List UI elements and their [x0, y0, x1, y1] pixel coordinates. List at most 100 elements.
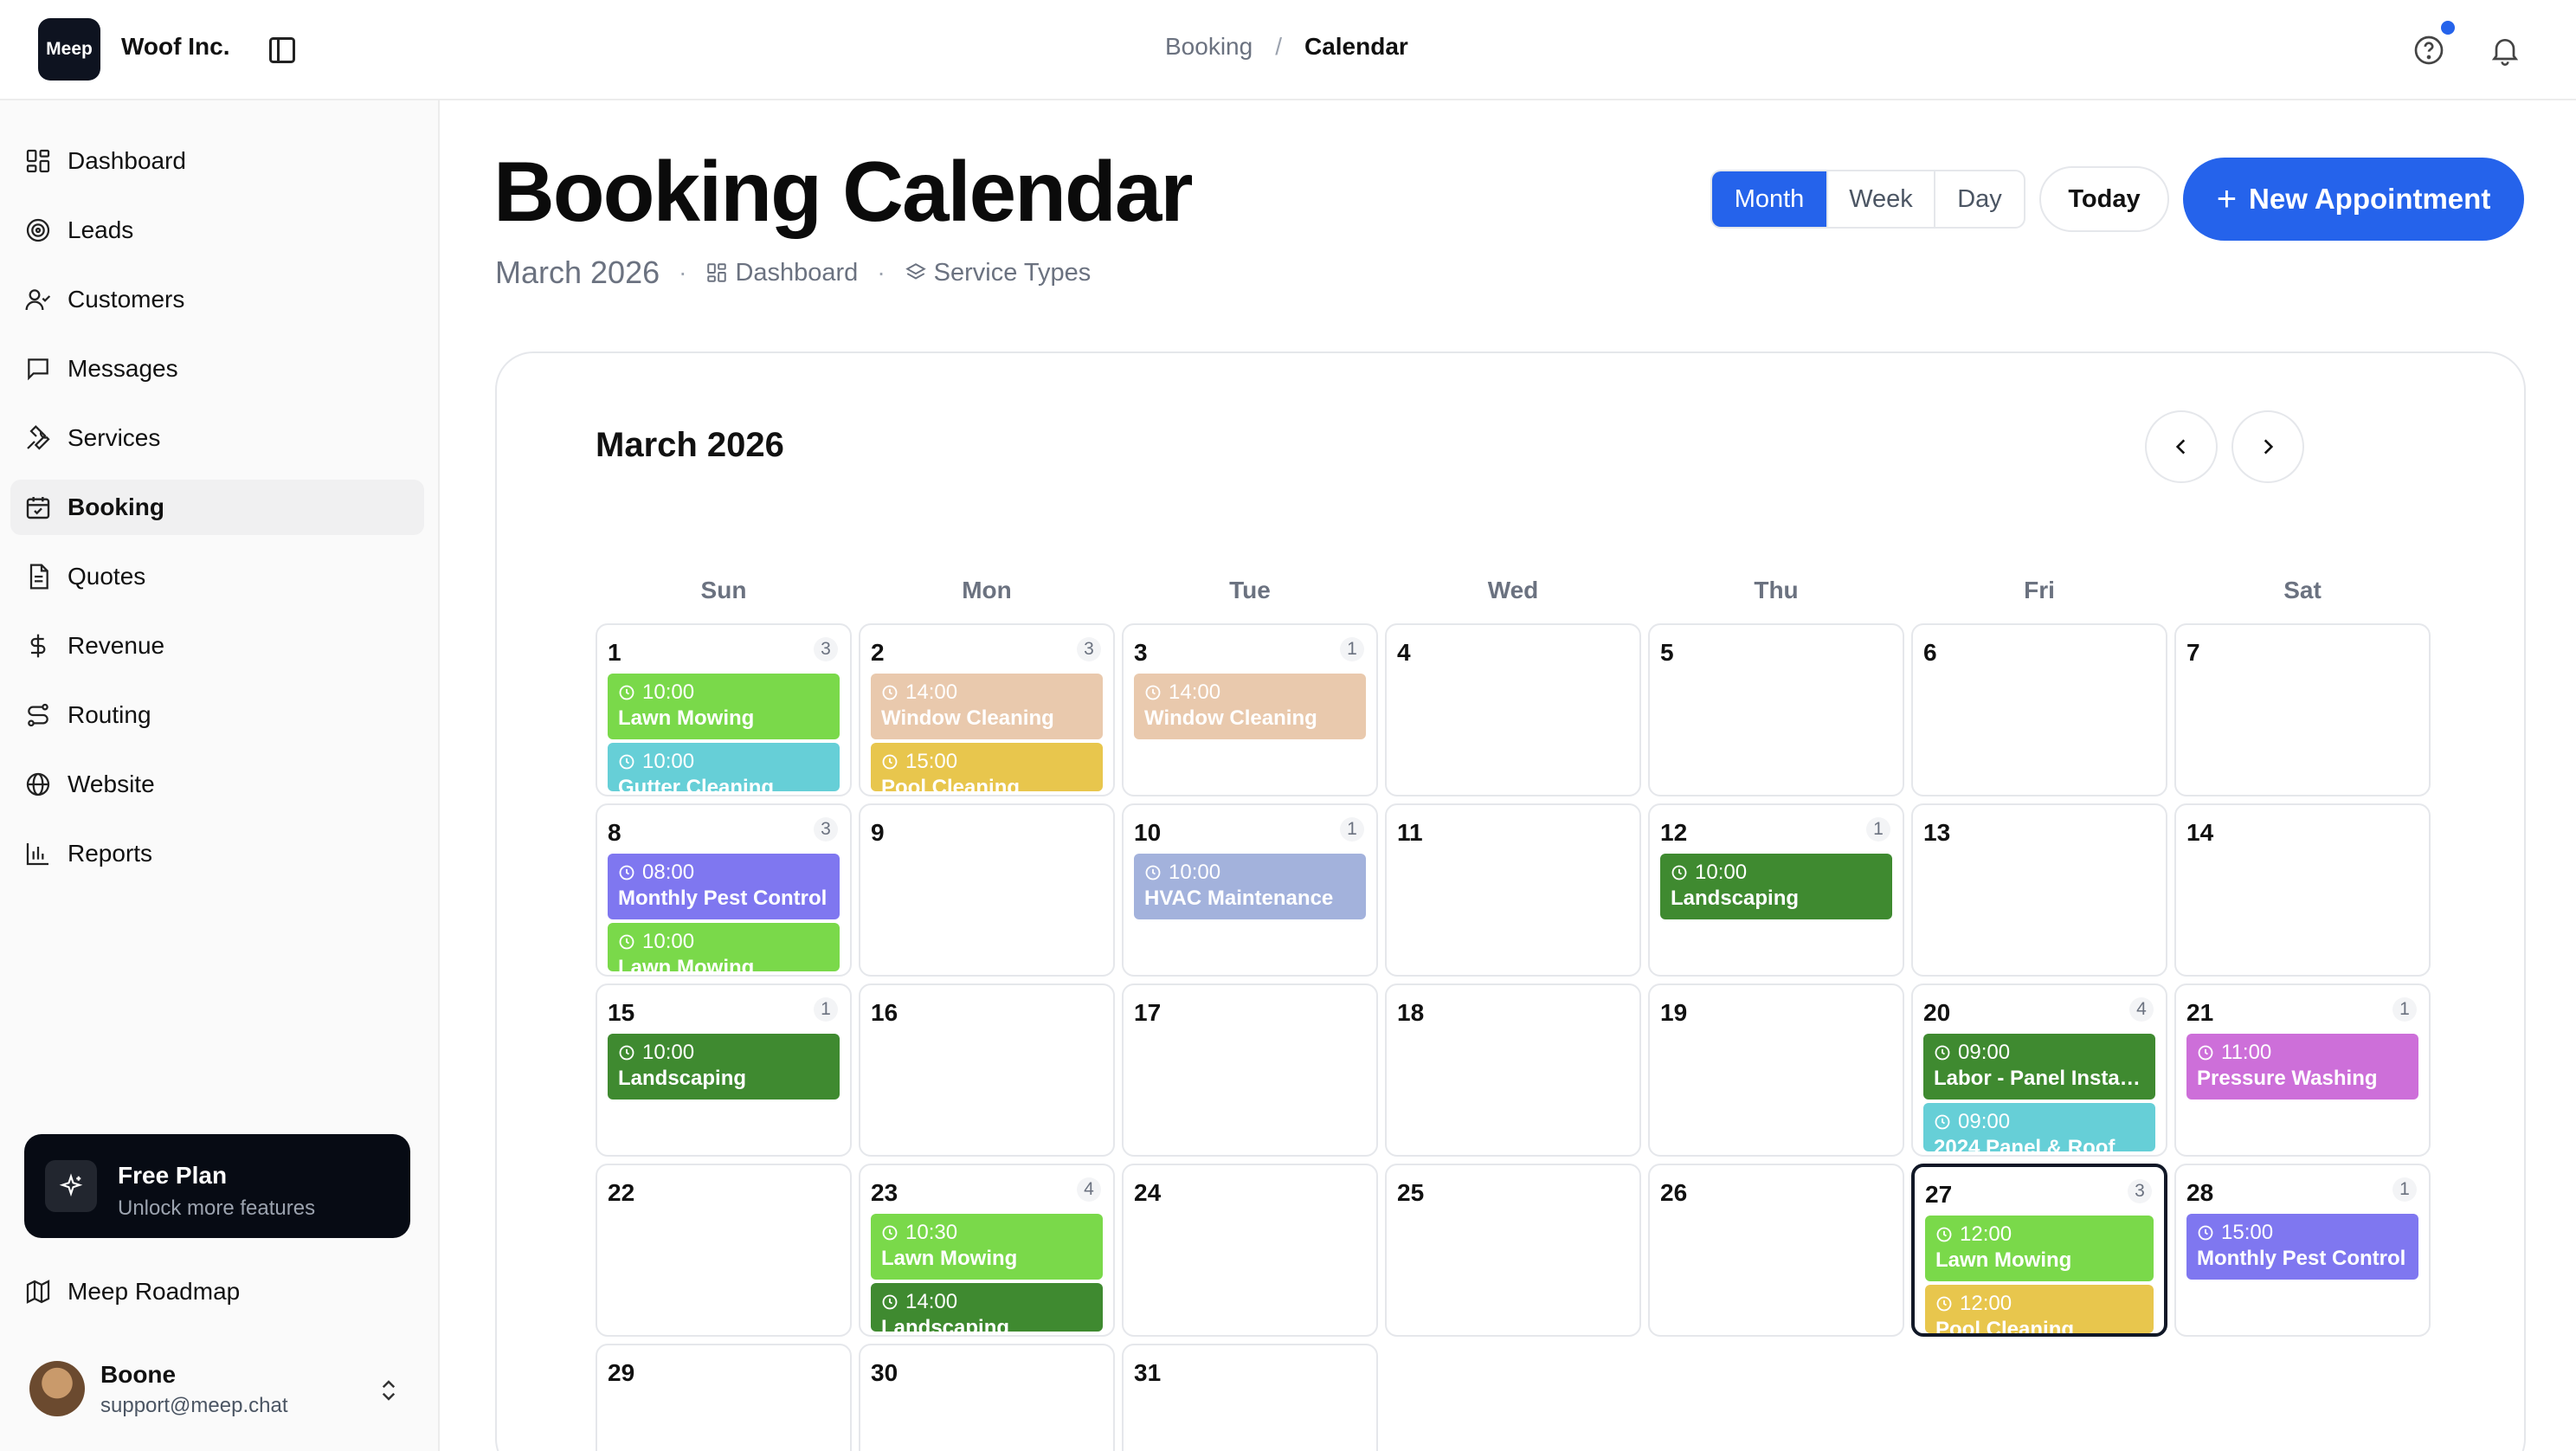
day-cell[interactable]: 20 4 09:00 Labor - Panel Install... 09:00 202… [1911, 983, 2167, 1157]
sidebar-item-label: Routing [68, 701, 151, 728]
day-cell[interactable]: 4 [1385, 623, 1641, 796]
day-cell[interactable]: 17 [1122, 983, 1378, 1157]
wrench-icon [27, 425, 50, 450]
sidebar-toggle-icon[interactable] [267, 35, 298, 66]
appointment-event[interactable]: 10:00 Lawn Mowing [608, 923, 840, 971]
next-month-button[interactable] [2231, 410, 2304, 483]
appointment-event[interactable]: 12:00 Lawn Mowing [1925, 1216, 2154, 1281]
view-week-button[interactable]: Week [1828, 171, 1935, 227]
event-count-badge: 3 [814, 817, 838, 842]
sidebar-item-customers[interactable]: Customers [10, 272, 424, 327]
day-cell[interactable]: 2 3 14:00 Window Cleaning 15:00 Pool Cleaning [859, 623, 1115, 796]
day-cell[interactable]: 10 1 10:00 HVAC Maintenance [1122, 803, 1378, 977]
event-time-label: 15:00 [905, 750, 958, 773]
clock-icon [619, 934, 634, 950]
appointment-event[interactable]: 10:00 Landscaping [608, 1034, 840, 1100]
appointment-event[interactable]: 12:00 Pool Cleaning [1925, 1285, 2154, 1333]
day-cell[interactable]: 16 [859, 983, 1115, 1157]
day-cell[interactable]: 15 1 10:00 Landscaping [596, 983, 852, 1157]
sidebar-item-reports[interactable]: Reports [10, 826, 424, 881]
sidebar-item-website[interactable]: Website [10, 757, 424, 812]
sidebar-item-booking[interactable]: Booking [10, 480, 424, 535]
day-cell[interactable]: 26 [1648, 1164, 1904, 1337]
appointment-event[interactable]: 10:30 Lawn Mowing [871, 1214, 1103, 1280]
day-cell[interactable]: 23 4 10:30 Lawn Mowing 14:00 Landscaping [859, 1164, 1115, 1337]
dashboard-link[interactable]: Dashboard [705, 259, 858, 287]
appointment-event[interactable]: 11:00 Pressure Washing [2186, 1034, 2418, 1100]
sidebar-item-messages[interactable]: Messages [10, 341, 424, 397]
day-cell[interactable]: 6 [1911, 623, 2167, 796]
help-icon[interactable] [2412, 33, 2446, 68]
appointment-event[interactable]: 10:00 Lawn Mowing [608, 674, 840, 739]
day-number: 17 [1134, 999, 1162, 1026]
event-time: 10:30 [881, 1221, 1092, 1245]
sidebar-item-routing[interactable]: Routing [10, 687, 424, 743]
bell-icon[interactable] [2488, 33, 2522, 68]
day-cell[interactable]: 5 [1648, 623, 1904, 796]
event-count-badge: 1 [814, 997, 838, 1022]
chevron-right-icon [2264, 439, 2274, 455]
user-name: Boone [100, 1361, 177, 1388]
day-cell[interactable]: 11 [1385, 803, 1641, 977]
sidebar-item-revenue[interactable]: Revenue [10, 618, 424, 674]
appointment-event[interactable]: 10:00 Landscaping [1660, 854, 1892, 919]
day-cell[interactable]: 8 3 08:00 Monthly Pest Control 10:00 Lawn Mow… [596, 803, 852, 977]
day-cell[interactable]: 21 1 11:00 Pressure Washing [2174, 983, 2431, 1157]
event-time: 10:00 [618, 680, 829, 705]
prev-month-button[interactable] [2145, 410, 2218, 483]
event-title: Lawn Mowing [618, 706, 755, 730]
appointment-event[interactable]: 14:00 Window Cleaning [871, 674, 1103, 739]
day-cell[interactable]: 1 3 10:00 Lawn Mowing 10:00 Gutter Cleaning [596, 623, 852, 796]
page-title: Booking Calendar [493, 144, 1194, 239]
view-month-button[interactable]: Month [1712, 171, 1828, 227]
sidebar-item-services[interactable]: Services [10, 410, 424, 466]
day-cell[interactable]: 31 [1122, 1344, 1378, 1451]
appointment-event[interactable]: 15:00 Pool Cleaning [871, 743, 1103, 791]
day-number: 23 [871, 1179, 898, 1206]
appointment-event[interactable]: 10:00 Gutter Cleaning [608, 743, 840, 791]
appointment-event[interactable]: 14:00 Window Cleaning [1134, 674, 1366, 739]
clock-icon [1935, 1045, 1950, 1061]
appointment-event[interactable]: 09:00 2024 Panel & Roof [1923, 1103, 2155, 1151]
sidebar-item-dashboard[interactable]: Dashboard [10, 133, 424, 189]
view-day-button[interactable]: Day [1935, 171, 2024, 227]
calendar-grid: 1 3 10:00 Lawn Mowing 10:00 Gutter Cleaning 2 3… [596, 623, 2431, 1451]
event-title: 2024 Panel & Roof [1934, 1136, 2116, 1151]
event-title: Gutter Cleaning [618, 776, 775, 791]
sidebar-item-quotes[interactable]: Quotes [10, 549, 424, 604]
day-cell[interactable]: 14 [2174, 803, 2431, 977]
day-cell[interactable]: 3 1 14:00 Window Cleaning [1122, 623, 1378, 796]
day-cell[interactable]: 27 3 12:00 Lawn Mowing 12:00 Pool Cleaning [1911, 1164, 2167, 1337]
org-name[interactable]: Woof Inc. [121, 33, 229, 61]
user-menu[interactable]: Boone support@meep.chat [29, 1356, 419, 1425]
roadmap-link[interactable]: Meep Roadmap [24, 1278, 240, 1306]
appointment-event[interactable]: 14:00 Landscaping [871, 1283, 1103, 1332]
clock-icon [619, 685, 634, 700]
clock-icon [619, 1045, 634, 1061]
event-title: Window Cleaning [1144, 706, 1317, 730]
day-cell[interactable]: 9 [859, 803, 1115, 977]
day-cell[interactable]: 12 1 10:00 Landscaping [1648, 803, 1904, 977]
day-cell[interactable]: 22 [596, 1164, 852, 1337]
appointment-event[interactable]: 10:00 HVAC Maintenance [1134, 854, 1366, 919]
today-button[interactable]: Today [2039, 166, 2169, 232]
day-cell[interactable]: 25 [1385, 1164, 1641, 1337]
day-cell[interactable]: 24 [1122, 1164, 1378, 1337]
appointment-event[interactable]: 08:00 Monthly Pest Control [608, 854, 840, 919]
appointment-event[interactable]: 15:00 Monthly Pest Control [2186, 1214, 2418, 1280]
appointment-event[interactable]: 09:00 Labor - Panel Install... [1923, 1034, 2155, 1100]
service-types-link[interactable]: Service Types [905, 259, 1091, 287]
new-appointment-button[interactable]: + New Appointment [2183, 158, 2524, 241]
day-cell[interactable]: 28 1 15:00 Monthly Pest Control [2174, 1164, 2431, 1337]
dashboard-icon [707, 263, 727, 282]
day-cell[interactable]: 18 [1385, 983, 1641, 1157]
app-logo[interactable]: Meep [38, 18, 100, 81]
free-plan-card[interactable]: Free Plan Unlock more features [24, 1134, 410, 1238]
day-cell[interactable]: 7 [2174, 623, 2431, 796]
sidebar-item-leads[interactable]: Leads [10, 203, 424, 258]
breadcrumb-booking[interactable]: Booking [1165, 33, 1253, 61]
day-cell[interactable]: 19 [1648, 983, 1904, 1157]
day-cell[interactable]: 30 [859, 1344, 1115, 1451]
day-cell[interactable]: 13 [1911, 803, 2167, 977]
day-cell[interactable]: 29 [596, 1344, 852, 1451]
